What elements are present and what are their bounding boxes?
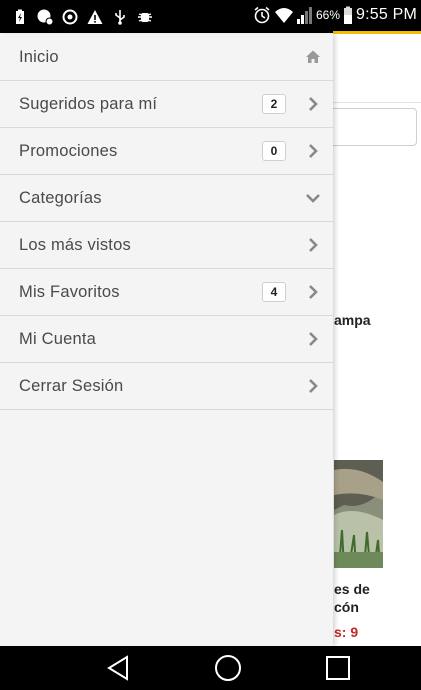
menu-item-label: Mi Cuenta: [19, 329, 97, 348]
back-button[interactable]: [88, 646, 148, 690]
system-nav-bar: [0, 646, 421, 690]
product-name-fragment: es de cón: [334, 581, 370, 615]
menu-item-mas-vistos[interactable]: Los más vistos: [0, 222, 333, 269]
chevron-right-icon: [309, 379, 318, 393]
chevron-right-icon: [309, 332, 318, 346]
menu-item-label: Inicio: [19, 47, 59, 66]
count-badge: 4: [262, 282, 286, 302]
chevron-right-icon: [309, 238, 318, 252]
alarm-icon: [254, 6, 270, 24]
header-divider: [333, 102, 421, 103]
menu-item-favoritos[interactable]: Mis Favoritos 4: [0, 269, 333, 316]
warning-icon: [87, 10, 103, 24]
status-bar: 66% 9:55 PM: [0, 0, 421, 33]
broadcast-icon: [62, 9, 78, 25]
menu-item-inicio[interactable]: Inicio: [0, 34, 333, 81]
battery-icon: [344, 6, 352, 24]
menu-item-promociones[interactable]: Promociones 0: [0, 128, 333, 175]
back-icon: [107, 655, 128, 681]
menu-item-mi-cuenta[interactable]: Mi Cuenta: [0, 316, 333, 363]
search-input[interactable]: [320, 108, 417, 146]
wifi-icon: [274, 8, 293, 23]
home-icon: [306, 50, 320, 63]
count-badge: 0: [262, 141, 286, 161]
chevron-right-icon: [309, 144, 318, 158]
drawer-menu: Inicio Sugeridos para mí 2 Promociones 0…: [0, 34, 333, 410]
recents-button[interactable]: [308, 646, 368, 690]
menu-item-label: Los más vistos: [19, 235, 131, 254]
menu-item-label: Mis Favoritos: [19, 282, 120, 301]
usb-icon: [115, 10, 125, 25]
battery-percent: 66%: [315, 8, 340, 22]
clock: 9:55 PM: [356, 6, 417, 23]
chevron-down-icon: [306, 194, 320, 203]
hangouts-icon: [37, 9, 53, 25]
menu-item-label: Categorías: [19, 188, 102, 207]
menu-item-label: Cerrar Sesión: [19, 376, 124, 395]
count-badge: 2: [262, 94, 286, 114]
navigation-drawer: Inicio Sugeridos para mí 2 Promociones 0…: [0, 34, 333, 646]
signal-icon: [296, 7, 312, 24]
home-button[interactable]: [198, 646, 258, 690]
android-debug-icon: [138, 13, 152, 22]
menu-item-cerrar-sesion[interactable]: Cerrar Sesión: [0, 363, 333, 410]
chevron-right-icon: [309, 285, 318, 299]
product-title-fragment: ampa: [334, 312, 371, 328]
product-image[interactable]: [334, 460, 383, 568]
menu-item-label: Promociones: [19, 141, 118, 160]
recents-icon: [326, 656, 350, 680]
menu-item-categorias[interactable]: Categorías: [0, 175, 333, 222]
status-right: 66% 9:55 PM: [253, 6, 417, 24]
home-circle-icon: [215, 655, 241, 681]
chevron-right-icon: [309, 97, 318, 111]
menu-item-label: Sugeridos para mí: [19, 94, 158, 113]
menu-item-sugeridos[interactable]: Sugeridos para mí 2: [0, 81, 333, 128]
battery-charging-icon: [16, 9, 24, 24]
product-price-fragment: s: 9: [334, 624, 359, 640]
notification-icons: [12, 7, 153, 27]
